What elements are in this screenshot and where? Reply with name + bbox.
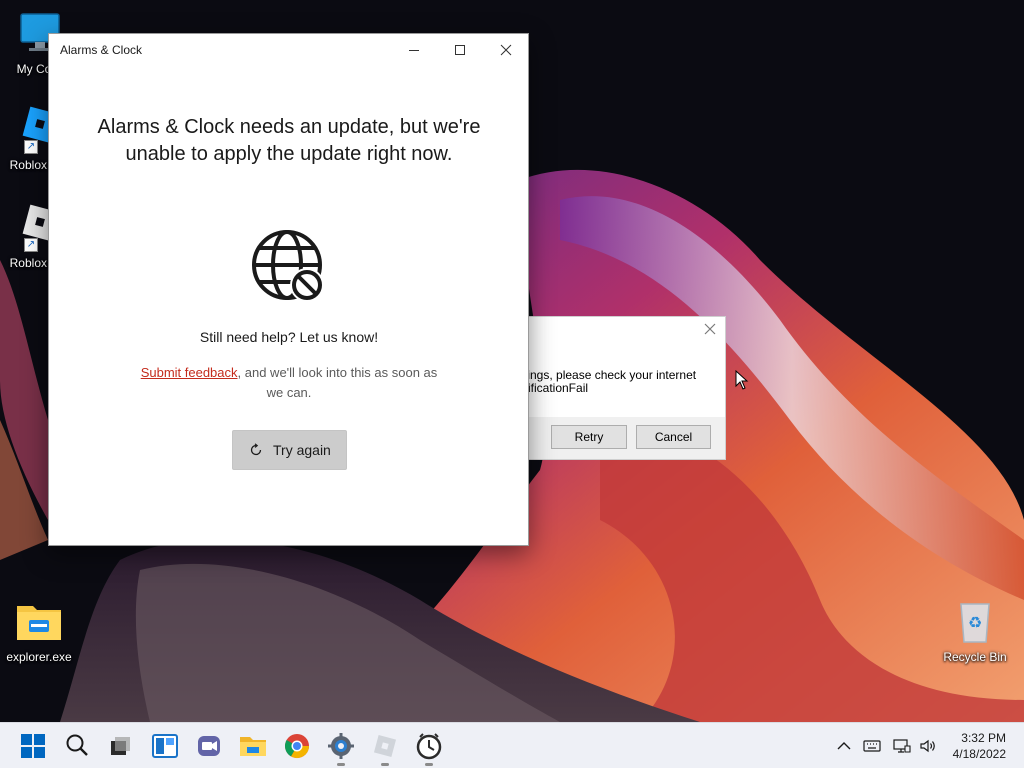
chrome-icon [284,734,309,759]
close-button[interactable] [483,34,529,66]
keyboard-icon[interactable] [863,737,881,755]
search-button[interactable] [62,731,92,761]
title-bar[interactable]: Alarms & Clock [49,34,528,66]
running-indicator [381,763,389,766]
cancel-button[interactable]: Cancel [636,425,711,449]
close-icon [500,44,512,56]
running-indicator [337,763,345,766]
desktop-icon-label: Recycle Bin [943,650,1007,664]
task-view-icon [111,737,130,755]
network-icon[interactable] [893,737,911,755]
try-again-button[interactable]: Try again [232,430,347,470]
submit-feedback-link[interactable]: Submit feedback [141,365,238,380]
teams-chat-button[interactable] [194,731,224,761]
widgets-icon [152,734,178,758]
maximize-button[interactable] [437,34,483,66]
try-again-label: Try again [273,442,331,458]
shortcut-arrow-icon: ↗ [24,140,38,154]
windows-logo-icon [21,734,45,758]
desktop-icon-recycle-bin[interactable]: ♻ Recycle Bin [935,598,1015,664]
clock-date: 4/18/2022 [952,747,1006,761]
gear-icon [328,733,354,759]
feedback-rest-text: , and we'll look into this as soon as we… [237,365,438,400]
help-prompt: Still need help? Let us know! [199,329,379,345]
maximize-icon [455,45,465,55]
svg-text:♻: ♻ [968,613,982,632]
system-clock[interactable]: 3:32 PM 4/18/2022 [953,730,1006,762]
shortcut-arrow-icon: ↗ [24,238,38,252]
alarms-clock-window: Alarms & Clock Alarms & Clock needs an u… [48,33,529,546]
background-error-dialog: tings, please check your internet rifica… [524,316,726,460]
desktop-icon-explorer-exe[interactable]: explorer.exe [0,598,79,664]
dialog-body: tings, please check your internet rifica… [524,317,725,417]
mouse-cursor-icon [735,370,749,390]
minimize-button[interactable] [391,34,437,66]
search-icon [66,734,88,756]
file-explorer-button[interactable] [238,731,268,761]
settings-button[interactable] [326,731,356,766]
running-indicator [425,763,433,766]
dialog-message: tings, please check your internet rifica… [524,369,724,395]
task-view-button[interactable] [106,731,136,761]
dialog-message-line: rificationFail [524,381,589,395]
clock-time: 3:32 PM [961,731,1006,745]
close-icon[interactable] [703,322,717,336]
folder-icon [15,598,63,646]
volume-icon[interactable] [919,737,937,755]
folder-icon [240,737,266,756]
desktop-icon-label: explorer.exe [6,650,72,664]
chevron-up-icon[interactable] [835,737,853,755]
error-headline: Alarms & Clock needs an update, but we'r… [97,116,481,165]
roblox-icon [373,734,397,758]
refresh-icon [250,443,262,456]
roblox-button[interactable] [370,731,400,766]
chrome-button[interactable] [282,731,312,761]
window-title: Alarms & Clock [60,43,143,57]
retry-button[interactable]: Retry [551,425,627,449]
clock-icon [416,733,442,760]
widgets-button[interactable] [150,731,180,761]
recycle-bin-icon: ♻ [951,598,999,646]
start-button[interactable] [18,731,48,761]
alarms-clock-button[interactable] [414,731,444,766]
video-chat-icon [198,736,220,756]
taskbar: 3:32 PM 4/18/2022 [0,722,1024,768]
feedback-text: Submit feedback, and we'll look into thi… [139,363,439,402]
globe-blocked-icon [252,230,324,302]
minimize-icon [409,50,419,51]
